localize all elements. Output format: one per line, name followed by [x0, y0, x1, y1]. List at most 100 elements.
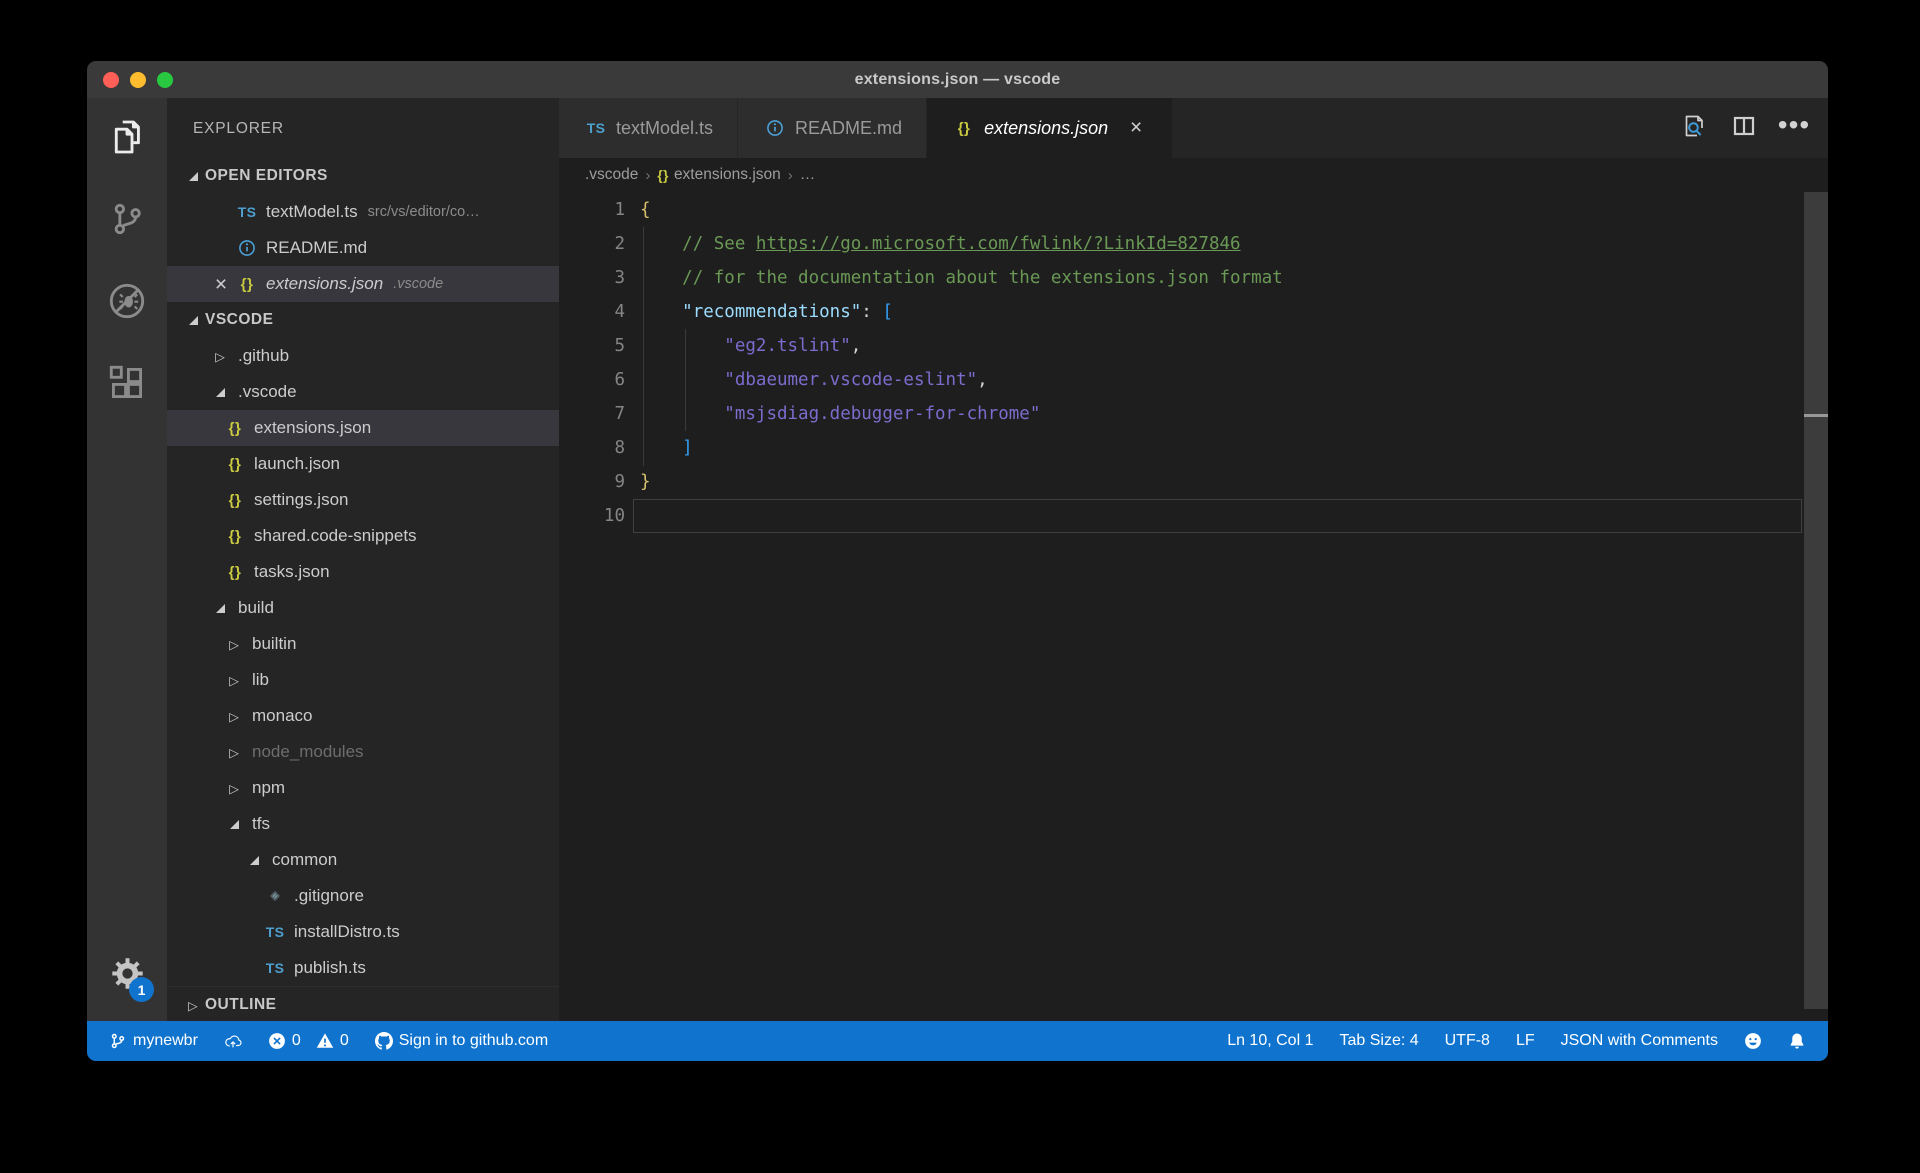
tree-item-launch.json[interactable]: {} launch.json: [167, 446, 559, 482]
tab-label: textModel.ts: [616, 117, 714, 138]
tree-item-shared.code-snippets[interactable]: {} shared.code-snippets: [167, 518, 559, 554]
twistie-collapsed-icon: [222, 637, 246, 652]
settings-badge: 1: [129, 977, 154, 1002]
window-title: extensions.json — vscode: [854, 70, 1061, 88]
section-open-editors[interactable]: OPEN EDITORS: [167, 158, 559, 194]
tree-item-common[interactable]: common: [167, 842, 559, 878]
status-count: 0: [339, 1032, 349, 1049]
file-label: launch.json: [254, 454, 341, 473]
tree-item-.gitignore[interactable]: .gitignore: [167, 878, 559, 914]
tree-item-.github[interactable]: .github: [167, 338, 559, 374]
code-line-6: 6 "dbaeumer.vscode-eslint",: [559, 363, 1828, 397]
line-number: 5: [614, 336, 625, 356]
section-label: OUTLINE: [205, 996, 277, 1013]
breadcrumb-label: …: [799, 166, 816, 183]
tree-item-lib[interactable]: lib: [167, 662, 559, 698]
code-line-9: 9}: [559, 465, 1828, 499]
breadcrumb-item-…[interactable]: …: [800, 166, 816, 184]
open-editor-extensions.json[interactable]: × {} extensions.json .vscode: [167, 266, 559, 302]
extensions-icon: [107, 363, 147, 408]
indent-guide: [685, 329, 686, 431]
tree-item-builtin[interactable]: builtin: [167, 626, 559, 662]
activity-explorer[interactable]: [87, 98, 167, 180]
tree-item-node_modules[interactable]: node_modules: [167, 734, 559, 770]
status-git-branch[interactable]: mynewbr: [109, 1032, 198, 1050]
editor[interactable]: 1{2 // See https://go.microsoft.com/fwli…: [559, 192, 1828, 1021]
braces-icon: {}: [228, 419, 242, 437]
more-actions-button[interactable]: •••: [1776, 110, 1812, 146]
split-editor-button[interactable]: [1726, 110, 1762, 146]
activity-debug[interactable]: [87, 262, 167, 344]
tree-item-tfs[interactable]: tfs: [167, 806, 559, 842]
breadcrumb-item-extensions.json[interactable]: {} extensions.json: [657, 166, 780, 184]
status-cursor-position[interactable]: Ln 10, Col 1: [1227, 1032, 1313, 1050]
tree-item-extensions.json[interactable]: {} extensions.json: [167, 410, 559, 446]
titlebar[interactable]: extensions.json — vscode: [87, 61, 1828, 98]
section-vscode[interactable]: VSCODE: [167, 302, 559, 338]
tab-textModel.ts[interactable]: TS textModel.ts: [559, 98, 738, 158]
zoom-button[interactable]: [157, 71, 173, 88]
status-bar: mynewbr 0 0 Sign in to github.com Ln 10, Co…: [87, 1021, 1828, 1061]
status-encoding[interactable]: UTF-8: [1445, 1032, 1490, 1050]
editor-scrollbar[interactable]: [1804, 192, 1828, 1009]
line-content: "recommendations": [: [682, 302, 893, 322]
status-github-signin[interactable]: Sign in to github.com: [374, 1032, 548, 1050]
line-content: ]: [682, 438, 693, 458]
tree-item-publish.ts[interactable]: TS publish.ts: [167, 950, 559, 986]
line-content: // for the documentation about the exten…: [682, 268, 1283, 288]
line-number: 7: [614, 404, 625, 424]
tree-item-tasks.json[interactable]: {} tasks.json: [167, 554, 559, 590]
status-feedback[interactable]: [1744, 1032, 1762, 1050]
activity-source-control[interactable]: [87, 180, 167, 262]
vscode-window: extensions.json — vscode 1 EXPLORER OPEN…: [87, 61, 1828, 1061]
section-outline[interactable]: OUTLINE: [167, 986, 559, 1021]
tree-item-build[interactable]: build: [167, 590, 559, 626]
line-number: 1: [614, 200, 625, 220]
ts-icon: TS: [237, 204, 257, 220]
bell-icon: [1788, 1032, 1806, 1050]
activity-bar: 1: [87, 98, 167, 1021]
twistie-collapsed-icon: [181, 998, 205, 1013]
tab-strip: TS textModel.ts README.md {} extensions.json…: [559, 98, 1173, 158]
open-editor-textModel.ts[interactable]: TS textModel.ts src/vs/editor/co…: [167, 194, 559, 230]
line-number: 8: [614, 438, 625, 458]
twistie-collapsed-icon: [222, 781, 246, 796]
tab-README.md[interactable]: README.md: [738, 98, 927, 158]
status-language-mode[interactable]: JSON with Comments: [1561, 1032, 1718, 1050]
line-content: "dbaeumer.vscode-eslint",: [724, 370, 988, 390]
file-label: tfs: [252, 814, 270, 833]
section-label: VSCODE: [205, 311, 274, 328]
twistie-collapsed-icon: [222, 673, 246, 688]
status-eol[interactable]: LF: [1516, 1032, 1535, 1050]
braces-icon: {}: [228, 455, 242, 473]
tab-extensions.json[interactable]: {} extensions.json ×: [927, 98, 1173, 158]
line-content: "msjsdiag.debugger-for-chrome": [724, 404, 1041, 424]
close-icon[interactable]: ×: [1124, 117, 1148, 139]
file-label: monaco: [252, 706, 313, 725]
tree-item-.vscode[interactable]: .vscode: [167, 374, 559, 410]
open-editor-README.md[interactable]: README.md: [167, 230, 559, 266]
status-label: Tab Size: 4: [1339, 1032, 1419, 1049]
line-number: 6: [614, 370, 625, 390]
status-publish-changes[interactable]: [224, 1032, 242, 1050]
status-notifications[interactable]: [1788, 1032, 1806, 1050]
manage-gear[interactable]: 1: [87, 937, 167, 1015]
tree-item-monaco[interactable]: monaco: [167, 698, 559, 734]
status-problems[interactable]: 00: [268, 1032, 349, 1050]
breadcrumb-item-.vscode[interactable]: .vscode: [585, 166, 638, 184]
ts-icon: TS: [265, 924, 285, 940]
braces-icon: {}: [228, 491, 242, 509]
close-button[interactable]: [103, 71, 119, 88]
close-icon[interactable]: ×: [208, 274, 234, 295]
status-tab-size[interactable]: Tab Size: 4: [1339, 1032, 1418, 1050]
window-controls: [103, 61, 173, 98]
tree-item-settings.json[interactable]: {} settings.json: [167, 482, 559, 518]
tree-item-installDistro.ts[interactable]: TS installDistro.ts: [167, 914, 559, 950]
activity-extensions[interactable]: [87, 344, 167, 426]
desktop: extensions.json — vscode 1 EXPLORER OPEN…: [0, 0, 1920, 1173]
open-preview-button[interactable]: [1676, 110, 1712, 146]
tree-item-npm[interactable]: npm: [167, 770, 559, 806]
minimize-button[interactable]: [130, 71, 146, 88]
status-label: UTF-8: [1444, 1032, 1490, 1049]
workbench: 1 EXPLORER OPEN EDITORS TS textModel.ts sr…: [87, 98, 1828, 1021]
